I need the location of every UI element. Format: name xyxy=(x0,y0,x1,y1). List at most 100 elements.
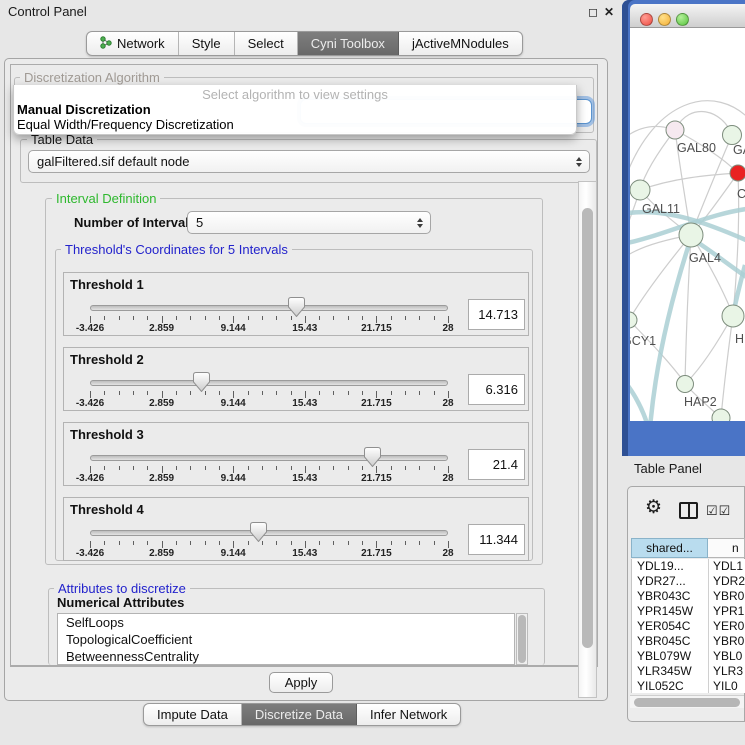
threshold-value-field[interactable]: 21.4 xyxy=(468,449,525,480)
network-graph[interactable]: GAL80GACGAL11GAL4GCY1HHAP2 xyxy=(630,28,745,421)
cell-name[interactable]: YPR1 xyxy=(709,604,745,619)
table-body[interactable]: YDL19...YDL1YDR27...YDR2YBR043CYBR0YPR14… xyxy=(631,559,745,693)
divider xyxy=(10,666,598,667)
threshold-slider-handle[interactable] xyxy=(288,297,305,317)
threshold-label: Threshold 4 xyxy=(70,502,144,517)
cell-shared-name[interactable]: YER054C xyxy=(632,619,709,634)
cell-name[interactable]: YBR0 xyxy=(709,589,745,604)
table-row[interactable]: YBR043CYBR0 xyxy=(632,589,745,604)
panel-title: Control Panel xyxy=(8,4,87,19)
cell-shared-name[interactable]: YBR043C xyxy=(632,589,709,604)
network-node[interactable] xyxy=(677,376,694,393)
number-of-intervals-combobox[interactable]: 5 xyxy=(187,211,431,234)
slider-scale-label: 28 xyxy=(423,323,473,334)
gear-icon[interactable]: ⚙ xyxy=(645,498,662,518)
network-node[interactable] xyxy=(712,409,730,421)
threshold-value-field[interactable]: 6.316 xyxy=(468,374,525,405)
cell-shared-name[interactable]: YLR345W xyxy=(632,664,709,679)
table-row[interactable]: YBR045CYBR0 xyxy=(632,634,745,649)
cell-name[interactable]: YBR0 xyxy=(709,634,745,649)
network-node-label: GAL80 xyxy=(677,141,716,155)
tab-infer-network[interactable]: Infer Network xyxy=(357,704,460,725)
tab-impute-data[interactable]: Impute Data xyxy=(144,704,242,725)
dropdown-prompt-item[interactable]: Select algorithm to view settings xyxy=(14,87,576,102)
cell-name[interactable]: YDL1 xyxy=(709,559,745,574)
tab-jactivemnodules[interactable]: jActiveMNodules xyxy=(399,32,522,55)
slider-scale-label: 2.859 xyxy=(137,398,187,409)
network-edge[interactable] xyxy=(630,235,691,320)
tab-style[interactable]: Style xyxy=(179,32,235,55)
cell-shared-name[interactable]: YPR145W xyxy=(632,604,709,619)
network-edge[interactable] xyxy=(721,315,733,417)
slider-scale-label: 9.144 xyxy=(208,398,258,409)
attributes-list-scrollbar[interactable] xyxy=(516,613,528,665)
slider-scale-label: 9.144 xyxy=(208,473,258,484)
tab-discretize-data[interactable]: Discretize Data xyxy=(242,704,357,725)
network-node[interactable] xyxy=(679,223,703,247)
dropdown-item-equal-width-frequency[interactable]: Equal Width/Frequency Discretization xyxy=(17,117,234,132)
table-row[interactable]: YPR145WYPR1 xyxy=(632,604,745,619)
threshold-slider-handle[interactable] xyxy=(364,447,381,467)
cell-name[interactable]: YER0 xyxy=(709,619,745,634)
table-data-combobox[interactable]: galFiltered.sif default node xyxy=(28,150,590,173)
cell-shared-name[interactable]: YIL052C xyxy=(632,679,709,693)
close-traffic-light-icon[interactable] xyxy=(640,13,653,26)
tab-select[interactable]: Select xyxy=(235,32,298,55)
zoom-traffic-light-icon[interactable] xyxy=(676,13,689,26)
apply-button[interactable]: Apply xyxy=(269,672,333,693)
threshold-label: Threshold 1 xyxy=(70,277,144,292)
threshold-slider-track[interactable] xyxy=(90,380,448,386)
table-row[interactable]: YIL052CYIL0 xyxy=(632,679,745,693)
float-window-icon[interactable]: ◻ xyxy=(586,5,600,19)
network-edge-thick[interactable] xyxy=(650,238,691,421)
table-horizontal-scrollbar[interactable] xyxy=(630,695,744,708)
threshold-slider-track[interactable] xyxy=(90,530,448,536)
column-header-name[interactable]: n xyxy=(708,538,745,558)
threshold-slider-handle[interactable] xyxy=(193,372,210,392)
cell-shared-name[interactable]: YDR27... xyxy=(632,574,709,589)
select-columns-checkboxes-icon[interactable]: ☑☑ xyxy=(706,503,731,519)
show-columns-icon[interactable] xyxy=(679,502,698,519)
network-node-label: GA xyxy=(733,143,745,157)
network-node[interactable] xyxy=(723,126,742,145)
threshold-value-field[interactable]: 14.713 xyxy=(468,299,525,330)
cell-shared-name[interactable]: YDL19... xyxy=(632,559,709,574)
cell-name[interactable]: YBL0 xyxy=(709,649,745,664)
threshold-slider-handle[interactable] xyxy=(250,522,267,542)
network-edge[interactable] xyxy=(691,235,733,315)
network-node[interactable] xyxy=(666,121,684,139)
close-icon[interactable]: ✕ xyxy=(602,5,616,19)
table-row[interactable]: YBL079WYBL0 xyxy=(632,649,745,664)
dropdown-item-manual-discretization[interactable]: Manual Discretization xyxy=(17,102,151,117)
cell-shared-name[interactable]: YBL079W xyxy=(632,649,709,664)
cell-name[interactable]: YDR2 xyxy=(709,574,745,589)
table-row[interactable]: YDL19...YDL1 xyxy=(632,559,745,574)
table-row[interactable]: YLR345WYLR3 xyxy=(632,664,745,679)
network-window-titlebar[interactable] xyxy=(630,4,745,28)
threshold-value-field[interactable]: 11.344 xyxy=(468,524,525,555)
cell-shared-name[interactable]: YBR045C xyxy=(632,634,709,649)
table-row[interactable]: YDR27...YDR2 xyxy=(632,574,745,589)
tab-cyni-toolbox[interactable]: Cyni Toolbox xyxy=(298,32,399,55)
cell-name[interactable]: YLR3 xyxy=(709,664,745,679)
threshold-slider-track[interactable] xyxy=(90,305,448,311)
network-canvas[interactable]: GAL80GACGAL11GAL4GCY1HHAP2 xyxy=(630,28,745,421)
network-node[interactable] xyxy=(630,180,650,200)
combo-arrows-icon xyxy=(417,218,423,228)
numerical-attributes-label: Numerical Attributes xyxy=(57,595,184,610)
threshold-slider-track[interactable] xyxy=(90,455,448,461)
column-header-shared-name[interactable]: shared... xyxy=(631,538,708,558)
minimize-traffic-light-icon[interactable] xyxy=(658,13,671,26)
table-row[interactable]: YER054CYER0 xyxy=(632,619,745,634)
attribute-list-item[interactable]: BetweennessCentrality xyxy=(58,648,514,665)
control-panel-scrollbar[interactable] xyxy=(578,181,597,698)
attribute-list-item[interactable]: SelfLoops xyxy=(58,614,514,631)
network-node[interactable] xyxy=(722,305,744,327)
tab-network[interactable]: Network xyxy=(87,32,179,55)
network-node[interactable] xyxy=(730,165,745,181)
cell-name[interactable]: YIL0 xyxy=(709,679,745,693)
network-edge[interactable] xyxy=(640,173,738,190)
network-node[interactable] xyxy=(630,312,637,328)
attribute-list-item[interactable]: TopologicalCoefficient xyxy=(58,631,514,648)
numerical-attributes-list[interactable]: SelfLoopsTopologicalCoefficientBetweenne… xyxy=(57,613,515,665)
